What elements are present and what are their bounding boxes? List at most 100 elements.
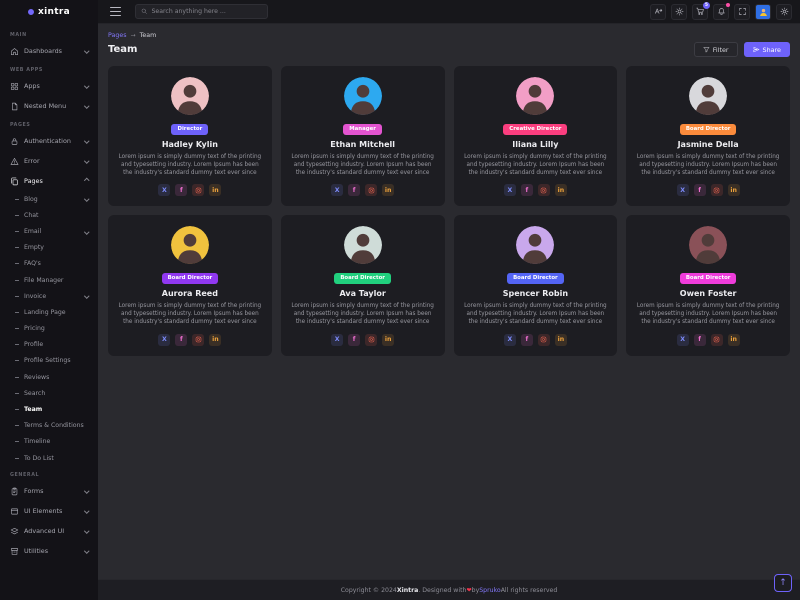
x-social-link[interactable]: X	[158, 334, 170, 346]
x-social-link[interactable]: X	[504, 334, 516, 346]
sidebar-subitem-label: Timeline	[24, 438, 50, 445]
settings-gear-icon[interactable]	[776, 4, 792, 20]
facebook-social-link[interactable]: f	[521, 334, 533, 346]
sidebar-item-dashboards[interactable]: Dashboards	[0, 41, 98, 61]
user-avatar[interactable]	[755, 4, 771, 20]
x-social-link[interactable]: X	[331, 334, 343, 346]
facebook-social-link[interactable]: f	[175, 334, 187, 346]
instagram-social-link[interactable]	[711, 184, 723, 196]
sidebar-item-apps[interactable]: Apps	[0, 76, 98, 96]
menu-toggle-icon[interactable]	[110, 7, 121, 16]
linkedin-social-link[interactable]: in	[728, 334, 740, 346]
social-links: Xf in	[635, 334, 781, 346]
sidebar-subitem-faq-s[interactable]: FAQ's	[0, 256, 98, 272]
x-social-link[interactable]: X	[158, 184, 170, 196]
sidebar-subitem-blog[interactable]: Blog	[0, 191, 98, 207]
sidebar-subitem-pricing[interactable]: Pricing	[0, 321, 98, 337]
facebook-social-link[interactable]: f	[694, 334, 706, 346]
breadcrumb-current: Team	[140, 32, 157, 39]
sidebar-item-nested-menu[interactable]: Nested Menu	[0, 96, 98, 116]
x-social-link[interactable]: X	[504, 184, 516, 196]
instagram-social-link[interactable]	[538, 334, 550, 346]
team-member-card-spencer-robin: Board Director Spencer Robin Lorem ipsum…	[454, 215, 618, 355]
member-description: Lorem ipsum is simply dummy text of the …	[290, 302, 436, 327]
instagram-social-link[interactable]	[711, 334, 723, 346]
sidebar-item-forms[interactable]: Forms	[0, 481, 98, 501]
facebook-social-link[interactable]: f	[348, 334, 360, 346]
cart-icon[interactable]: 5	[692, 4, 708, 20]
filter-button-label: Filter	[713, 46, 729, 54]
instagram-social-link[interactable]	[538, 184, 550, 196]
instagram-social-link[interactable]	[192, 184, 204, 196]
instagram-social-link[interactable]	[192, 334, 204, 346]
linkedin-social-link[interactable]: in	[382, 184, 394, 196]
sidebar-item-label: Dashboards	[24, 47, 62, 55]
x-social-link[interactable]: X	[677, 334, 689, 346]
pages-icon	[10, 177, 19, 186]
x-icon: X	[162, 336, 167, 343]
facebook-social-link[interactable]: f	[694, 184, 706, 196]
instagram-icon	[368, 187, 375, 194]
footer-rights: All rights reserved	[501, 587, 558, 594]
sidebar-subitem-terms-conditions[interactable]: Terms & Conditions	[0, 418, 98, 434]
x-icon: X	[680, 187, 685, 194]
brand-logo-icon	[28, 9, 34, 15]
social-links: Xf in	[635, 184, 781, 196]
theme-toggle-icon[interactable]	[671, 4, 687, 20]
sidebar-item-utilities[interactable]: Utilities	[0, 541, 98, 561]
sidebar-item-advanced-ui[interactable]: Advanced UI	[0, 521, 98, 541]
chevron-down-icon	[84, 159, 89, 164]
sidebar-subitem-team[interactable]: Team	[0, 401, 98, 417]
brand-logo[interactable]: xintra	[0, 0, 98, 24]
fullscreen-icon[interactable]	[734, 4, 750, 20]
sidebar-subitem-profile-settings[interactable]: Profile Settings	[0, 353, 98, 369]
language-icon[interactable]	[650, 4, 666, 20]
notifications-icon[interactable]	[713, 4, 729, 20]
footer-credit-link[interactable]: Spruko	[479, 587, 500, 594]
sidebar-subitem-invoice[interactable]: Invoice	[0, 288, 98, 304]
sidebar-item-error[interactable]: Error	[0, 151, 98, 171]
instagram-social-link[interactable]	[365, 184, 377, 196]
linkedin-social-link[interactable]: in	[555, 334, 567, 346]
sidebar-item-authentication[interactable]: Authentication	[0, 131, 98, 151]
x-social-link[interactable]: X	[677, 184, 689, 196]
sidebar-subitem-landing-page[interactable]: Landing Page	[0, 304, 98, 320]
sidebar-subitem-to-do-list[interactable]: To Do List	[0, 450, 98, 466]
scroll-to-top-button[interactable]: ↑	[774, 574, 792, 592]
linkedin-icon: in	[730, 187, 737, 194]
linkedin-social-link[interactable]: in	[382, 334, 394, 346]
search-box[interactable]	[135, 4, 268, 19]
breadcrumb: Pages → Team	[108, 32, 790, 39]
sidebar-subitem-profile[interactable]: Profile	[0, 337, 98, 353]
linkedin-social-link[interactable]: in	[555, 184, 567, 196]
facebook-social-link[interactable]: f	[175, 184, 187, 196]
facebook-social-link[interactable]: f	[521, 184, 533, 196]
instagram-social-link[interactable]	[365, 334, 377, 346]
linkedin-social-link[interactable]: in	[728, 184, 740, 196]
linkedin-icon: in	[212, 187, 219, 194]
sidebar-subitem-email[interactable]: Email	[0, 223, 98, 239]
facebook-social-link[interactable]: f	[348, 184, 360, 196]
dash-icon	[15, 393, 19, 394]
avatar	[516, 77, 554, 115]
filter-button[interactable]: Filter	[694, 42, 738, 57]
sidebar-subitem-timeline[interactable]: Timeline	[0, 434, 98, 450]
instagram-icon	[368, 336, 375, 343]
sidebar-item-ui-elements[interactable]: UI Elements	[0, 501, 98, 521]
sidebar-subitem-file-manager[interactable]: File Manager	[0, 272, 98, 288]
linkedin-social-link[interactable]: in	[209, 334, 221, 346]
nav-section-label: PAGES	[0, 116, 98, 131]
search-input[interactable]	[152, 8, 263, 15]
sidebar-subitem-search[interactable]: Search	[0, 385, 98, 401]
breadcrumb-pages-link[interactable]: Pages	[108, 32, 127, 39]
sidebar-item-pages[interactable]: Pages	[0, 171, 98, 191]
sidebar-subitem-reviews[interactable]: Reviews	[0, 369, 98, 385]
role-badge: Board Director	[680, 124, 737, 135]
x-social-link[interactable]: X	[331, 184, 343, 196]
search-icon	[141, 8, 148, 15]
role-badge: Board Director	[507, 273, 564, 284]
linkedin-social-link[interactable]: in	[209, 184, 221, 196]
sidebar-subitem-empty[interactable]: Empty	[0, 240, 98, 256]
sidebar-subitem-chat[interactable]: Chat	[0, 207, 98, 223]
share-button[interactable]: Share	[744, 42, 790, 57]
